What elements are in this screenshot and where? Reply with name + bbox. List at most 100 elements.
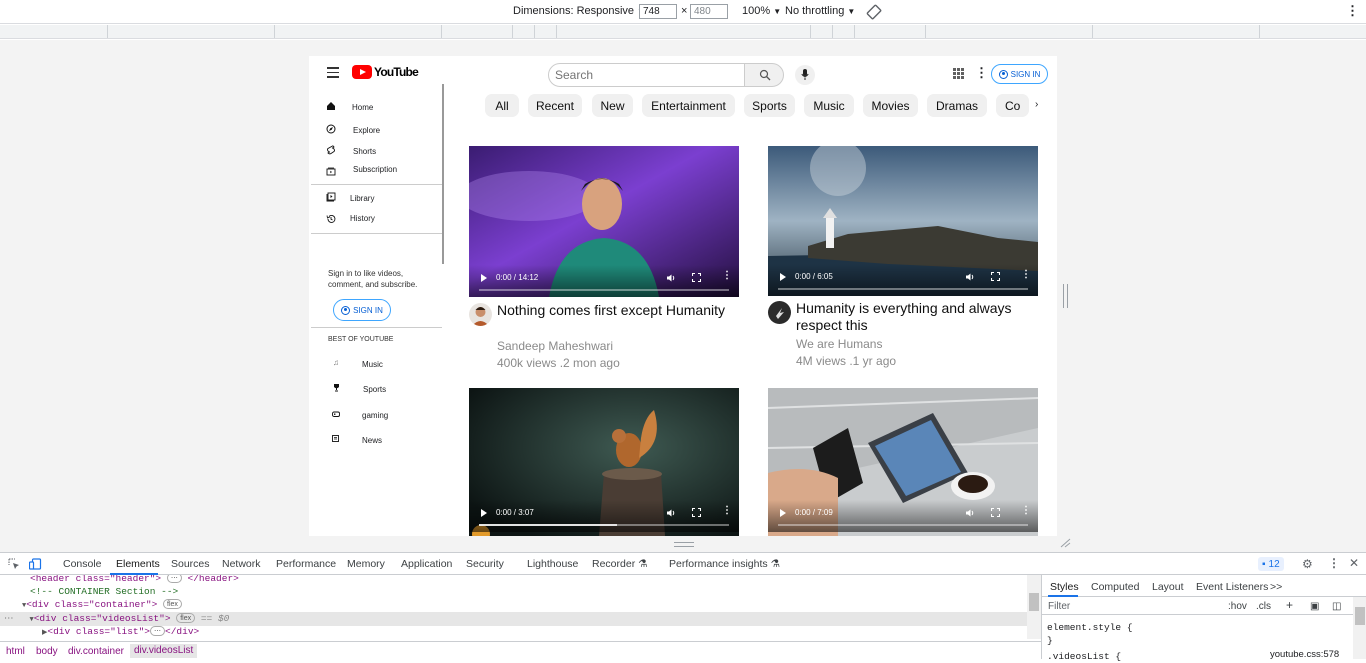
- volume-icon[interactable]: [965, 508, 975, 518]
- sidebar-item-gaming[interactable]: gaming: [309, 405, 439, 423]
- tab-lighthouse[interactable]: Lighthouse: [527, 558, 578, 570]
- chip-recent[interactable]: Recent: [528, 94, 582, 117]
- fullscreen-icon[interactable]: [692, 508, 701, 517]
- tab-sources[interactable]: Sources: [171, 558, 210, 570]
- video-player[interactable]: 0:00 / 6:05 ⋮: [768, 146, 1038, 296]
- channel-name[interactable]: We are Humans: [796, 337, 882, 351]
- voice-search-button[interactable]: [795, 65, 815, 85]
- tab-styles[interactable]: Styles: [1050, 581, 1079, 593]
- issues-badge[interactable]: ▪ 12: [1258, 557, 1284, 571]
- video-options-icon[interactable]: ⋮: [722, 271, 732, 281]
- cls-toggle[interactable]: .cls: [1256, 601, 1271, 612]
- tab-computed[interactable]: Computed: [1091, 581, 1139, 593]
- tab-performance-insights[interactable]: Performance insights ⚗: [669, 558, 780, 570]
- volume-icon[interactable]: [666, 273, 676, 283]
- sidebar-item-home[interactable]: Home: [309, 97, 439, 115]
- breadcrumb-videoslist[interactable]: div.videosList: [130, 644, 198, 658]
- toggle-sidebar-icon[interactable]: ◫: [1332, 601, 1341, 612]
- dom-tree-scrollbar[interactable]: [1027, 575, 1041, 639]
- video-card[interactable]: 0:00 / 14:12 ⋮ Nothing comes first excep…: [469, 146, 739, 377]
- dom-node-list[interactable]: ▶<div class="list"> ⋯ </div>: [42, 625, 1027, 639]
- youtube-logo[interactable]: YouTube: [352, 65, 419, 79]
- chip-dramas[interactable]: Dramas: [927, 94, 987, 117]
- search-button[interactable]: [744, 63, 784, 87]
- video-title[interactable]: Humanity is everything and always respec…: [796, 300, 1031, 334]
- fullscreen-icon[interactable]: [692, 273, 701, 282]
- viewport-width-input[interactable]: 748: [639, 4, 677, 19]
- dom-comment[interactable]: <!-- CONTAINER Section -->: [30, 585, 1027, 599]
- sidebar-item-explore[interactable]: Explore: [309, 120, 439, 138]
- tab-memory[interactable]: Memory: [347, 558, 385, 570]
- sign-in-button[interactable]: SIGN IN: [991, 64, 1048, 84]
- chip-new[interactable]: New: [592, 94, 633, 117]
- tab-elements[interactable]: Elements: [116, 558, 160, 570]
- play-icon[interactable]: [780, 273, 786, 281]
- sidebar-item-music[interactable]: ♫ Music: [309, 354, 439, 372]
- chip-sports[interactable]: Sports: [744, 94, 795, 117]
- play-icon[interactable]: [780, 509, 786, 517]
- sidebar-item-library[interactable]: Library: [309, 188, 439, 206]
- sidebar-sign-in-button[interactable]: SIGN IN: [333, 299, 391, 321]
- menu-icon[interactable]: [327, 67, 339, 78]
- video-options-icon[interactable]: ⋮: [1021, 270, 1031, 280]
- tab-application[interactable]: Application: [401, 558, 452, 570]
- settings-gear-icon[interactable]: ⚙: [1302, 557, 1313, 571]
- chip-entertainment[interactable]: Entertainment: [642, 94, 735, 117]
- video-progress-bar[interactable]: [778, 288, 1028, 290]
- fullscreen-icon[interactable]: [991, 508, 1000, 517]
- chip-comedy[interactable]: Co: [996, 94, 1029, 117]
- chip-movies[interactable]: Movies: [863, 94, 918, 117]
- sidebar-item-subscription[interactable]: Subscription: [309, 159, 439, 177]
- fullscreen-icon[interactable]: [991, 272, 1000, 281]
- styles-scrollbar[interactable]: [1353, 597, 1366, 659]
- css-rule-element-style[interactable]: element.style {: [1047, 621, 1133, 634]
- dom-node-container[interactable]: ▼<div class="container"> flex: [22, 598, 1027, 612]
- channel-avatar[interactable]: [768, 301, 791, 324]
- video-progress-bar[interactable]: [778, 524, 1028, 526]
- devtools-more-icon[interactable]: ⋮: [1328, 556, 1340, 570]
- volume-icon[interactable]: [965, 272, 975, 282]
- tab-network[interactable]: Network: [222, 558, 261, 570]
- video-options-icon[interactable]: ⋮: [722, 506, 732, 516]
- video-player[interactable]: 0:00 / 3:07 ⋮: [469, 388, 739, 536]
- sidebar-scrollbar[interactable]: [442, 84, 444, 264]
- sidebar-item-news[interactable]: News: [309, 430, 439, 448]
- resize-handle-right[interactable]: [1063, 284, 1068, 308]
- viewport-height-input[interactable]: 480: [690, 4, 728, 19]
- chips-next-arrow[interactable]: ›: [1035, 99, 1038, 110]
- more-options-icon[interactable]: ⋮: [1346, 3, 1359, 19]
- breadcrumb-container[interactable]: div.container: [68, 646, 124, 657]
- dom-node-videoslist[interactable]: ⋯ ▼<div class="videosList"> flex == $0: [0, 612, 1027, 626]
- device-toolbar-icon[interactable]: [29, 558, 42, 570]
- inspect-element-icon[interactable]: [8, 558, 20, 570]
- settings-more-icon[interactable]: ⋮: [975, 66, 988, 80]
- new-style-rule-icon[interactable]: +: [1286, 598, 1293, 612]
- chip-all[interactable]: All: [485, 94, 519, 117]
- tab-event-listeners[interactable]: Event Listeners: [1196, 581, 1268, 593]
- volume-icon[interactable]: [666, 508, 676, 518]
- search-input[interactable]: Search: [548, 63, 745, 87]
- video-card[interactable]: 0:00 / 6:05 ⋮ Humanity is everything and…: [768, 146, 1038, 376]
- zoom-dropdown[interactable]: 100% ▼: [742, 5, 781, 17]
- video-title[interactable]: Nothing comes first except Humanity: [497, 302, 732, 319]
- sidebar-item-history[interactable]: History: [309, 208, 439, 226]
- css-source-link[interactable]: youtube.css:578: [1270, 649, 1339, 660]
- channel-avatar[interactable]: [469, 303, 492, 326]
- breadcrumb-html[interactable]: html: [6, 646, 25, 657]
- close-icon[interactable]: ✕: [1349, 556, 1359, 570]
- tab-performance[interactable]: Performance: [276, 558, 336, 570]
- video-player[interactable]: 0:00 / 14:12 ⋮: [469, 146, 739, 297]
- channel-name[interactable]: Sandeep Maheshwari: [497, 339, 613, 353]
- sidebar-item-sports[interactable]: Sports: [309, 379, 439, 397]
- sidebar-item-shorts[interactable]: Shorts: [309, 141, 439, 159]
- tab-console[interactable]: Console: [63, 558, 102, 570]
- css-rule-videoslist[interactable]: .videosList {: [1047, 650, 1133, 663]
- apps-grid-icon[interactable]: [953, 68, 964, 79]
- styles-filter-input[interactable]: Filter: [1048, 601, 1070, 612]
- play-icon[interactable]: [481, 274, 487, 282]
- video-progress-bar[interactable]: [479, 524, 729, 526]
- video-options-icon[interactable]: ⋮: [1021, 506, 1031, 516]
- video-card[interactable]: 0:00 / 3:07 ⋮: [469, 388, 739, 536]
- hov-toggle[interactable]: :hov: [1228, 601, 1247, 612]
- more-tabs-icon[interactable]: >>: [1270, 581, 1282, 593]
